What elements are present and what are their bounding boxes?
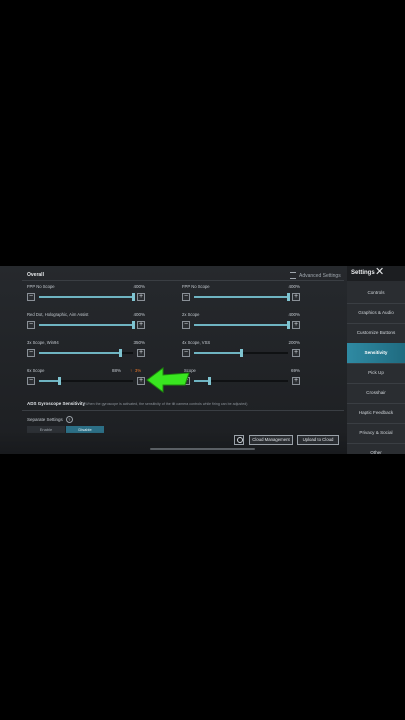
slider-fill: [194, 296, 288, 298]
cloud-management-button[interactable]: Cloud Management: [249, 435, 293, 445]
slider-track[interactable]: [39, 349, 133, 357]
divider: [22, 280, 344, 281]
slider-knob[interactable]: [208, 377, 212, 385]
increase-button[interactable]: +: [137, 321, 145, 329]
slider-fill: [194, 324, 288, 326]
sidebar-item-pick-up[interactable]: Pick Up: [347, 363, 405, 384]
increase-button[interactable]: +: [292, 377, 300, 385]
sidebar-item-other[interactable]: Other: [347, 443, 405, 454]
slider-row: 3x Scope, Win94 350% − +: [27, 340, 145, 362]
slider-value: 200%: [288, 340, 300, 345]
bottom-bar: [0, 431, 347, 454]
sidebar-item-privacy-social[interactable]: Privacy & Social: [347, 423, 405, 444]
slider-label: FPP No Scope: [182, 284, 210, 289]
slider-row: FPP No Scope 400% − +: [27, 284, 145, 306]
sidebar-item-haptic-feedback[interactable]: Haptic Feedback: [347, 403, 405, 424]
slider-row: Red Dot, Holographic, Aim Assist 400% − …: [27, 312, 145, 334]
slider-value: 400%: [288, 312, 300, 317]
ads-gyroscope-note: (When the gyroscope is activated, the se…: [84, 402, 248, 406]
slider-knob[interactable]: [286, 293, 290, 301]
upload-to-cloud-button[interactable]: Upload to Cloud: [297, 435, 339, 445]
slider-row: 4x Scope, VSS 200% − +: [182, 340, 300, 362]
home-indicator: [150, 448, 255, 450]
slider-track[interactable]: [39, 293, 135, 301]
increase-button[interactable]: +: [292, 293, 300, 301]
sidebar-item-controls[interactable]: Controls: [347, 283, 405, 304]
decrease-button[interactable]: −: [182, 349, 190, 357]
game-settings-screen: Overall Advanced Settings FPP No Scope 4…: [0, 266, 405, 454]
slider-label: 2x Scope: [182, 312, 200, 317]
sidebar-title: Settings: [351, 270, 375, 276]
increase-button[interactable]: +: [137, 349, 145, 357]
slider-knob[interactable]: [286, 321, 290, 329]
slider-fill: [39, 380, 60, 382]
slider-row: Scope 69% − +: [182, 368, 300, 390]
slider-value: 88%: [111, 368, 121, 373]
slider-row: 2x Scope 400% − +: [182, 312, 300, 334]
decrease-button[interactable]: −: [27, 293, 35, 301]
slider-track[interactable]: [194, 293, 290, 301]
slider-value: 400%: [133, 312, 145, 317]
increase-button[interactable]: +: [292, 321, 300, 329]
separate-settings-label: Separate Settings: [27, 417, 63, 422]
slider-value: 400%: [133, 284, 145, 289]
slider-fill: [39, 296, 133, 298]
slider-track[interactable]: [194, 349, 288, 357]
search-button[interactable]: [234, 435, 244, 445]
decrease-button[interactable]: −: [27, 321, 35, 329]
slider-knob[interactable]: [239, 349, 243, 357]
sidebar-item-crosshair[interactable]: Crosshair: [347, 383, 405, 404]
warning-arrow-icon: ↑: [130, 368, 133, 373]
decrease-button[interactable]: −: [27, 349, 35, 357]
decrease-button[interactable]: −: [182, 321, 190, 329]
slider-track[interactable]: [194, 321, 290, 329]
ads-gyroscope-title: ADS Gyroscope Sensitivity: [27, 401, 86, 406]
sidebar-header: Settings ✕: [347, 266, 405, 281]
separate-settings: Separate Settings ?: [27, 416, 73, 423]
slider-label: 3x Scope, Win94: [27, 340, 59, 345]
sidebar-item-graphics-audio[interactable]: Graphics & Audio: [347, 303, 405, 324]
slider-row: 6x Scope 88% ↑ 3% − +: [27, 368, 145, 390]
warning-value: 3%: [135, 368, 142, 373]
close-icon[interactable]: ✕: [375, 267, 384, 278]
slider-label: 4x Scope, VSS: [182, 340, 211, 345]
slider-fill: [194, 352, 241, 354]
increase-button[interactable]: +: [292, 349, 300, 357]
advanced-settings-label: Advanced Settings: [299, 272, 341, 279]
advanced-settings-button[interactable]: Advanced Settings: [290, 272, 341, 279]
slider-value: 350%: [133, 340, 145, 345]
settings-sidebar: Settings ✕ Controls Graphics & Audio Cus…: [347, 266, 405, 454]
slider-knob[interactable]: [58, 377, 62, 385]
slider-label: Red Dot, Holographic, Aim Assist: [27, 312, 89, 317]
slider-track[interactable]: [39, 377, 133, 385]
slider-fill: [39, 352, 121, 354]
slider-knob[interactable]: [131, 321, 135, 329]
sidebar-item-customize-buttons[interactable]: Customize Buttons: [347, 323, 405, 344]
slider-label: FPP No Scope: [27, 284, 55, 289]
slider-row: FPP No Scope 400% − +: [182, 284, 300, 306]
search-icon: [237, 437, 243, 443]
divider: [22, 410, 344, 411]
section-title-overall: Overall: [27, 272, 44, 278]
slider-label: 6x Scope: [27, 368, 45, 373]
sliders-icon: [290, 272, 296, 279]
slider-value: 69%: [290, 368, 300, 373]
slider-knob[interactable]: [131, 293, 135, 301]
slider-value: 400%: [288, 284, 300, 289]
slider-knob[interactable]: [119, 349, 123, 357]
decrease-button[interactable]: −: [182, 293, 190, 301]
green-arrow-icon: [146, 367, 190, 393]
help-icon[interactable]: ?: [65, 416, 73, 423]
sidebar-item-sensitivity[interactable]: Sensitivity: [347, 343, 405, 364]
increase-button[interactable]: +: [137, 293, 145, 301]
slider-track[interactable]: [194, 377, 288, 385]
increase-button[interactable]: +: [137, 377, 145, 385]
decrease-button[interactable]: −: [27, 377, 35, 385]
slider-track[interactable]: [39, 321, 135, 329]
slider-fill: [39, 324, 133, 326]
sensitivity-panel: Overall Advanced Settings FPP No Scope 4…: [0, 266, 347, 454]
